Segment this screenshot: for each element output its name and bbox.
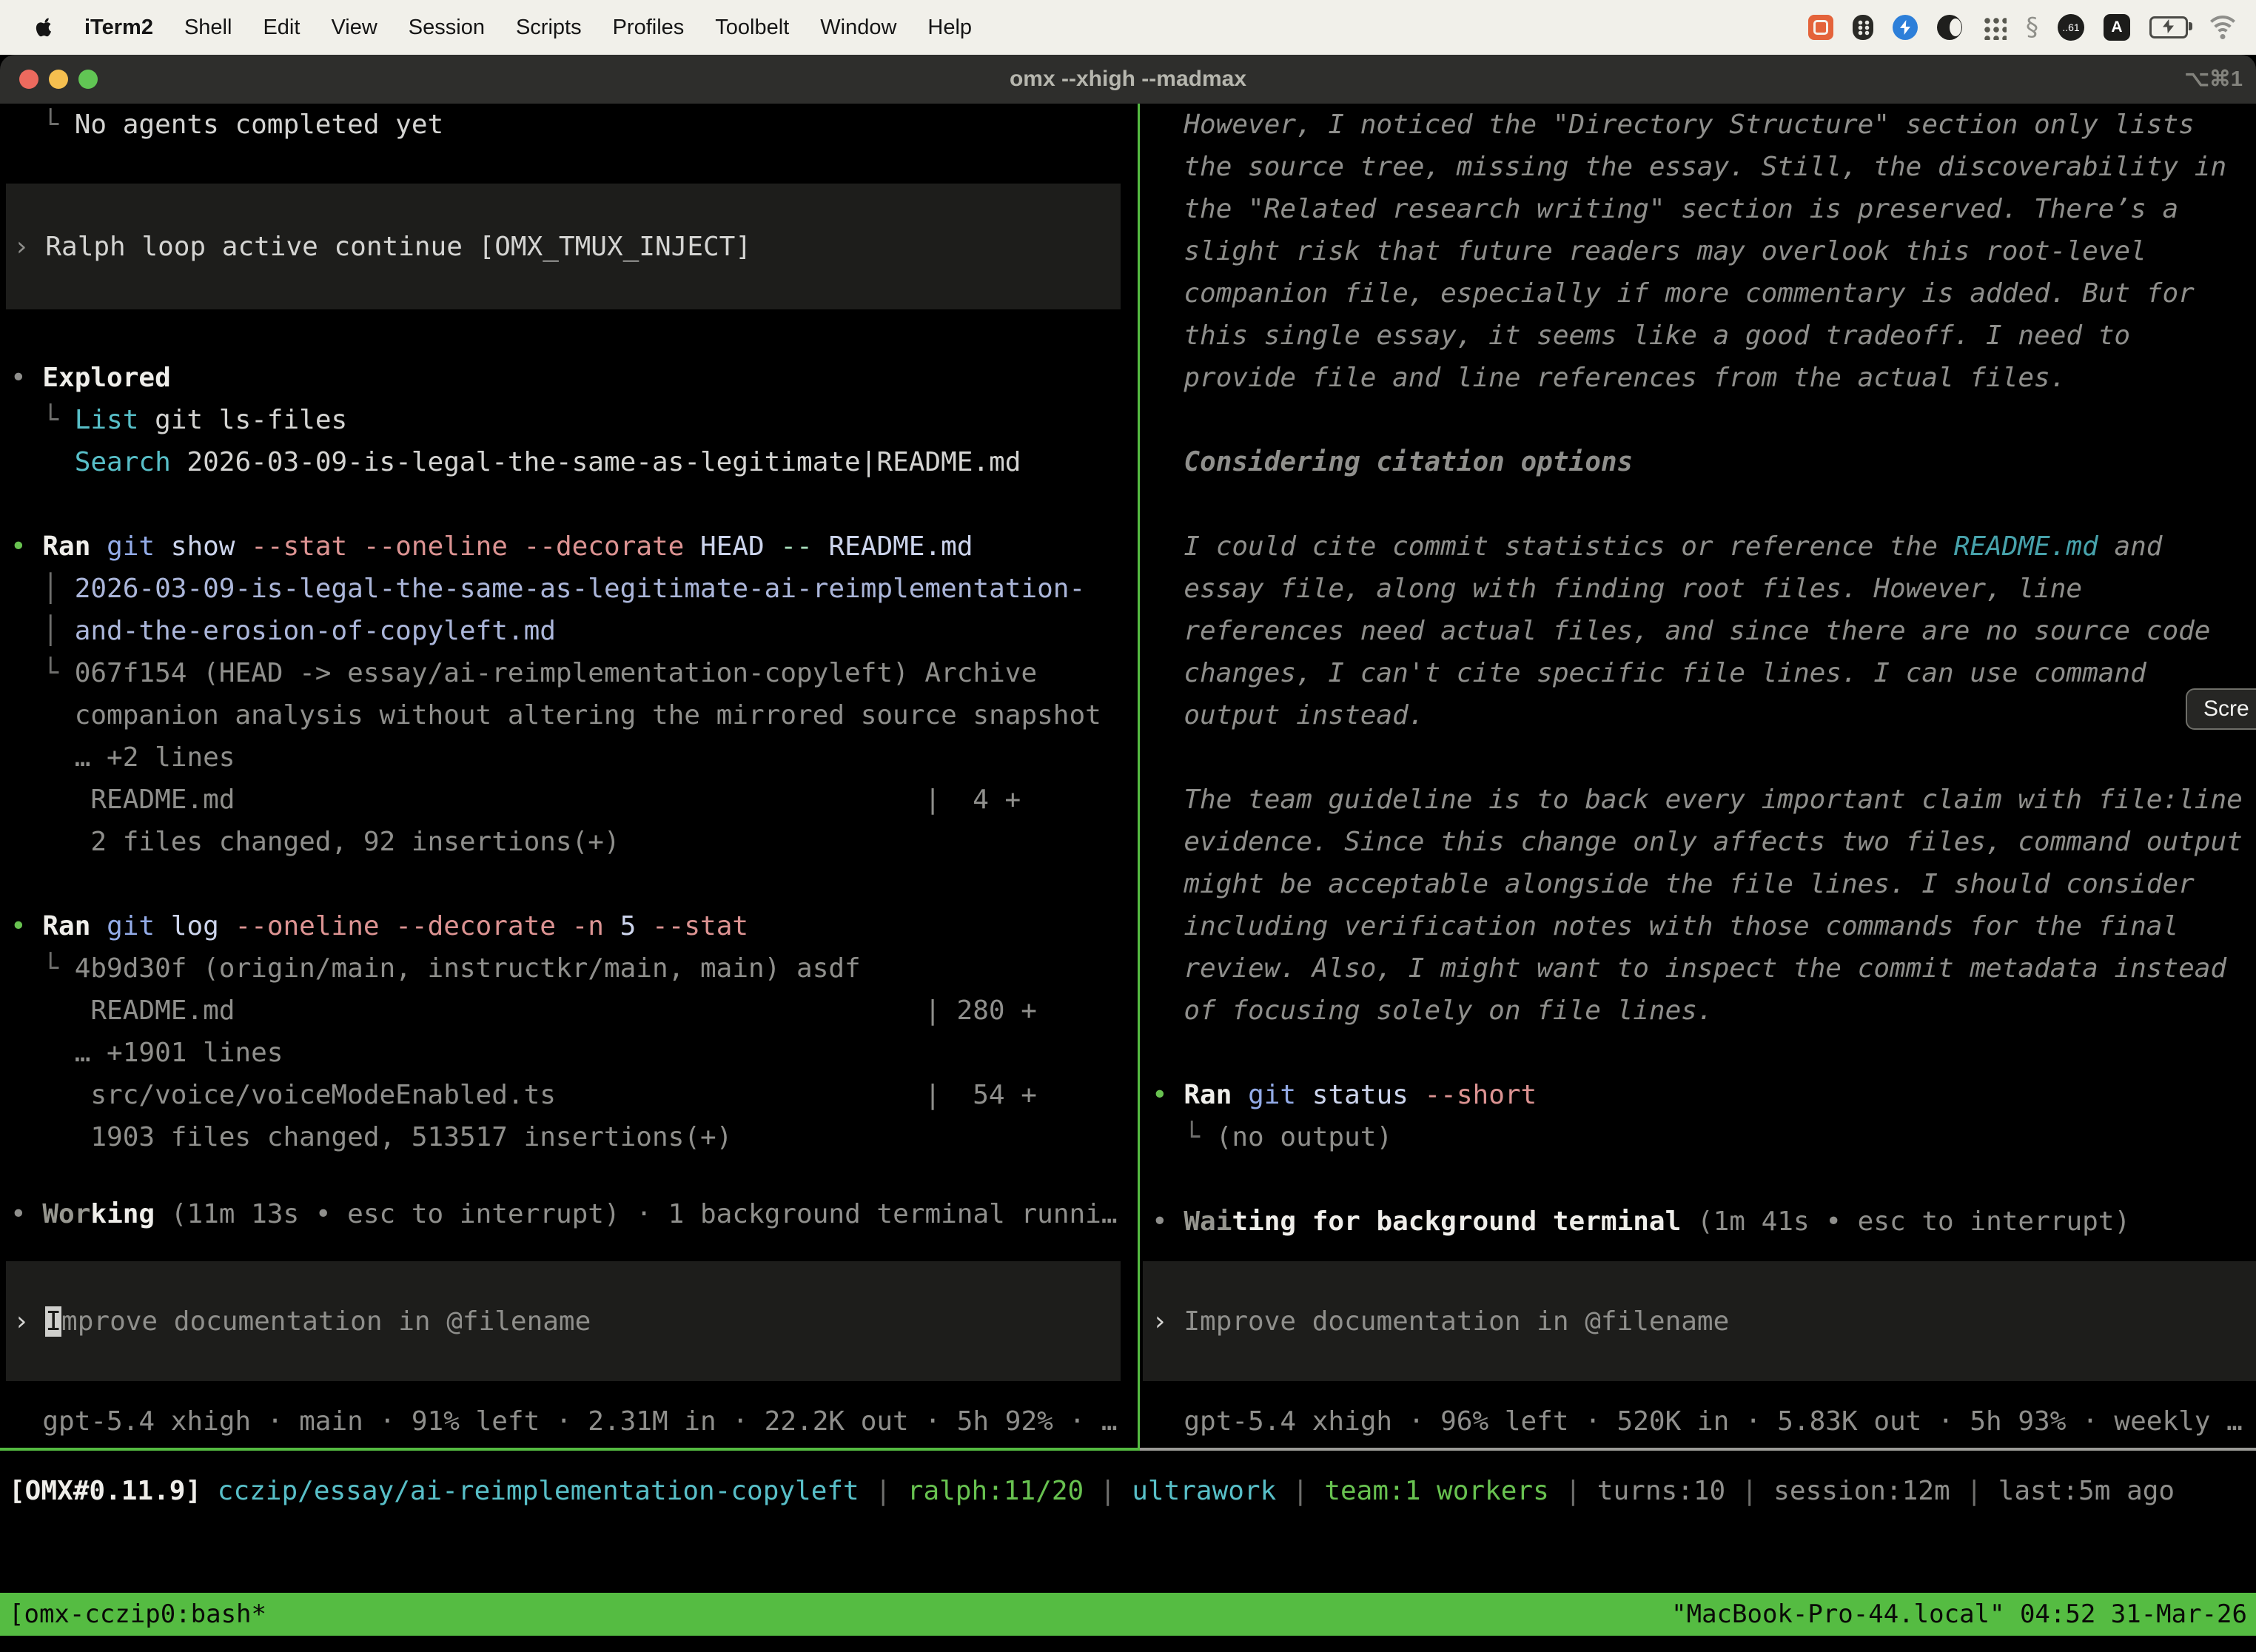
omx-line: [OMX#0.11.9] cczip/essay/ai-reimplementa…: [9, 1470, 2175, 1512]
menubar-items: iTerm2 Shell Edit View Session Scripts Profile…: [84, 16, 972, 40]
badge-61-icon[interactable]: ..61: [2058, 14, 2084, 41]
terminal-line: • Waiting for background terminal (1m 41…: [1152, 1201, 2130, 1243]
terminal-line: evidence. Since this change only affects…: [1152, 821, 2243, 863]
screen-record-icon[interactable]: [1808, 15, 1833, 40]
right-session-stats: gpt-5.4 xhigh · 96% left · 520K in · 5.8…: [1152, 1400, 2256, 1443]
terminal-line: this single essay, it seems like a good …: [1152, 315, 2130, 357]
menu-view[interactable]: View: [331, 16, 377, 40]
terminal-line: of focusing solely on file lines.: [1152, 990, 1713, 1032]
working-line: • Working (11m 13s • esc to interrupt) ·…: [10, 1193, 1118, 1235]
keyboard-a-icon[interactable]: A: [2104, 14, 2130, 41]
menu-scripts[interactable]: Scripts: [516, 16, 582, 40]
left-prompt-input[interactable]: › Improve documentation in @filename: [6, 1261, 1121, 1381]
tmux-status-bar: [omx-cczip0:bash* "MacBook-Pro-44.local"…: [0, 1593, 2256, 1636]
terminal-line: • Ran git status --short: [1152, 1074, 1537, 1116]
terminal-line: references need actual files, and since …: [1152, 610, 2210, 652]
terminal-line: I could cite commit statistics or refere…: [1152, 526, 2162, 568]
menu-session[interactable]: Session: [409, 16, 485, 40]
inject-line: › Ralph loop active continue [OMX_TMUX_I…: [13, 226, 751, 268]
terminal-line: src/voice/voiceModeEnabled.ts| 54 +: [10, 1074, 556, 1116]
tmux-session-label[interactable]: [omx-cczip0:bash*: [9, 1599, 266, 1629]
terminal-line: • Explored: [10, 357, 171, 399]
terminal-line: the "Related research writing" section i…: [1152, 188, 2178, 230]
terminal-line: Considering citation options: [1152, 441, 1633, 483]
terminal-line: … +1901 lines: [10, 1032, 283, 1074]
menubar-status-tray: ..61 A: [1808, 14, 2256, 41]
terminal-line: review. Also, I might want to inspect th…: [1152, 947, 2226, 990]
stats-line: gpt-5.4 xhigh · 96% left · 520K in · 5.8…: [1152, 1400, 2243, 1443]
ralph-loop-banner: › Ralph loop active continue [OMX_TMUX_I…: [6, 184, 1121, 309]
terminal-line: 2 files changed, 92 insertions(+): [10, 821, 620, 863]
window-title: omx --xhigh --madmax: [0, 55, 2256, 104]
prompt-line: › Improve documentation in @filename: [13, 1300, 591, 1343]
messenger-icon[interactable]: [1893, 15, 1918, 40]
tmux-host-clock: "MacBook-Pro-44.local" 04:52 31-Mar-26: [1671, 1599, 2247, 1629]
menu-window[interactable]: Window: [820, 16, 896, 40]
terminal-line: └ 067f154 (HEAD -> essay/ai-reimplementa…: [10, 652, 1037, 694]
terminal-line: └ (no output): [1152, 1116, 1392, 1158]
screen-pill-label: Scre: [2203, 696, 2249, 722]
right-prompt-input[interactable]: › Improve documentation in @filename: [1143, 1261, 2256, 1381]
terminal-line: The team guideline is to back every impo…: [1152, 779, 2243, 821]
menu-profiles[interactable]: Profiles: [613, 16, 685, 40]
active-pane-border: [0, 1448, 1140, 1451]
terminal-line: However, I noticed the "Directory Struct…: [1152, 104, 2195, 146]
menu-shell[interactable]: Shell: [184, 16, 232, 40]
terminal-line: provide file and line references from th…: [1152, 357, 2066, 399]
terminal-line: Search 2026-03-09-is-legal-the-same-as-l…: [10, 441, 1021, 483]
stats-line: gpt-5.4 xhigh · main · 91% left · 2.31M …: [10, 1400, 1118, 1443]
terminal-line: including verification notes with those …: [1152, 905, 2178, 947]
terminal-line: └ 4b9d30f (origin/main, instructkr/main,…: [10, 947, 861, 990]
screen-pill[interactable]: Scre: [2186, 688, 2256, 730]
terminal-line: • Ran git show --stat --oneline --decora…: [10, 526, 973, 568]
terminal-line: slight risk that future readers may over…: [1152, 230, 2146, 272]
terminal-line: companion file, especially if more comme…: [1152, 272, 2195, 315]
terminal-line: … +2 lines: [10, 736, 235, 779]
terminal-line: essay file, along with finding root file…: [1152, 568, 2082, 610]
dots-grid-icon[interactable]: [1981, 15, 2007, 40]
apple-menu-icon[interactable]: [34, 16, 53, 39]
inactive-pane-border: [1140, 1448, 2256, 1451]
terminal-line: README.md| 4 +: [10, 779, 235, 821]
terminal-line: might be acceptable alongside the file l…: [1152, 863, 2195, 905]
battery-icon[interactable]: [2149, 16, 2188, 38]
iterm2-window: omx --xhigh --madmax ⌥⌘1 └ No agents com…: [0, 55, 2256, 1652]
terminal-line: └ No agents completed yet: [10, 104, 443, 146]
terminal-line: the source tree, missing the essay. Stil…: [1152, 146, 2226, 188]
terminal-line: │ and-the-erosion-of-copyleft.md: [10, 610, 556, 652]
terminal-line: └ List git ls-files: [10, 399, 347, 441]
terminal-line: 1903 files changed, 513517 insertions(+): [10, 1116, 732, 1158]
terminal-line: output instead.: [1152, 694, 1424, 736]
wifi-icon[interactable]: [2207, 16, 2238, 39]
window-titlebar[interactable]: omx --xhigh --madmax ⌥⌘1: [0, 55, 2256, 104]
window-shortcut-badge: ⌥⌘1: [2184, 55, 2243, 104]
macos-menubar: iTerm2 Shell Edit View Session Scripts Profile…: [0, 0, 2256, 55]
terminal-line: companion analysis without altering the …: [10, 694, 1101, 736]
menu-toolbelt[interactable]: Toolbelt: [715, 16, 789, 40]
squiggle-icon[interactable]: [2026, 15, 2038, 40]
right-pane-transcript: However, I noticed the "Directory Struct…: [1152, 104, 2256, 1258]
terminal-line: changes, I can't cite specific file line…: [1152, 652, 2146, 694]
menu-edit[interactable]: Edit: [263, 16, 300, 40]
terminal-line: │ 2026-03-09-is-legal-the-same-as-legiti…: [10, 568, 1085, 610]
pie-chart-icon[interactable]: [1937, 15, 1962, 40]
terminal-line: • Ran git log --oneline --decorate -n 5 …: [10, 905, 748, 947]
prompt-line: › Improve documentation in @filename: [1152, 1300, 1729, 1343]
left-session-stats: gpt-5.4 xhigh · main · 91% left · 2.31M …: [10, 1400, 1137, 1443]
omx-status-line: [OMX#0.11.9] cczip/essay/ai-reimplementa…: [9, 1470, 2252, 1512]
left-working-status: • Working (11m 13s • esc to interrupt) ·…: [10, 1193, 1137, 1235]
terminal-line: README.md| 280 +: [10, 990, 235, 1032]
shield-icon[interactable]: [1853, 15, 1873, 40]
menu-iterm2[interactable]: iTerm2: [84, 16, 153, 40]
menu-help[interactable]: Help: [927, 16, 972, 40]
terminal-content: └ No agents completed yet • Explored └ Li…: [0, 104, 2256, 1652]
tmux-pane-divider[interactable]: [1138, 104, 1140, 1448]
